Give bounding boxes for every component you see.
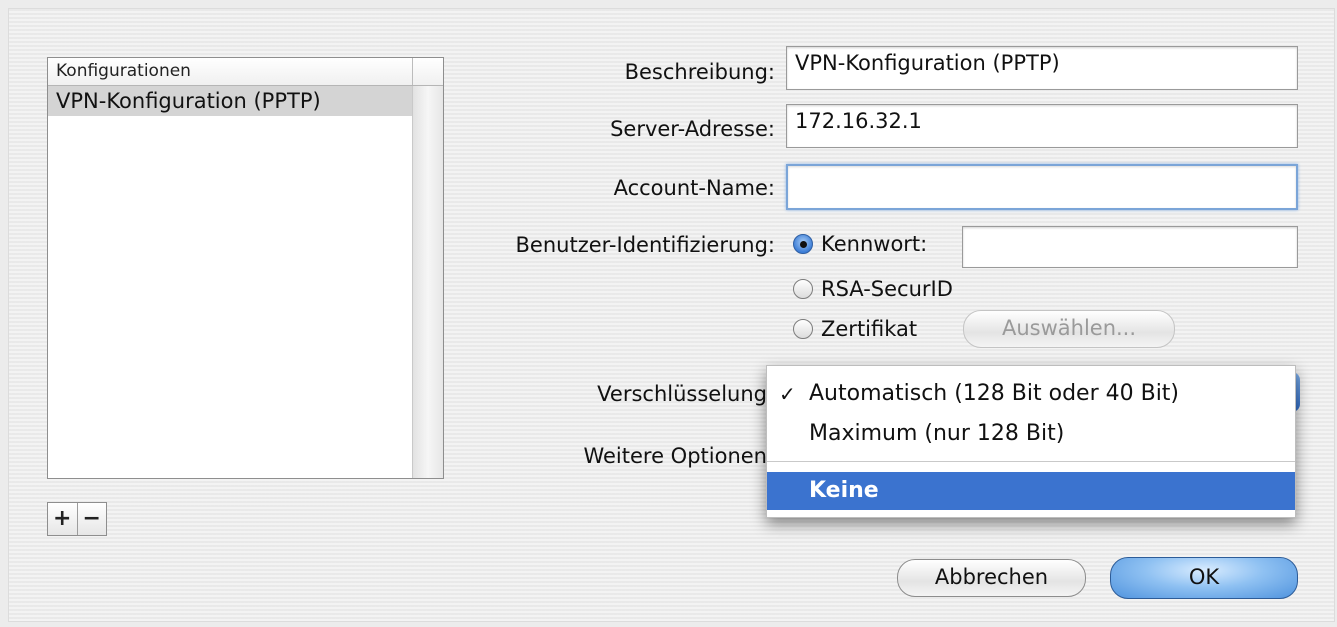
radio-unselected-icon[interactable] [793, 279, 813, 299]
password-field[interactable] [962, 226, 1298, 268]
add-configuration-button[interactable]: + [48, 503, 78, 535]
configurations-list[interactable]: Konfigurationen VPN-Konfiguration (PPTP) [47, 57, 444, 479]
radio-rsa-label: RSA-SecurID [821, 277, 953, 301]
encryption-label: Verschlüsselung [597, 382, 767, 406]
radio-selected-icon[interactable] [793, 234, 813, 254]
radio-kennwort-label: Kennwort: [821, 232, 928, 256]
beschreibung-label: Beschreibung: [624, 60, 775, 84]
choose-certificate-button[interactable]: Auswählen... [963, 310, 1175, 348]
more-options-label: Weitere Optionen [583, 444, 767, 468]
menu-item-maximum[interactable]: Maximum (nur 128 Bit) [767, 415, 1295, 453]
menu-item-automatic-label: Automatisch (128 Bit oder 40 Bit) [809, 381, 1180, 406]
radio-unselected-icon[interactable] [793, 319, 813, 339]
radio-zertifikat[interactable]: Zertifikat [793, 317, 917, 341]
menu-item-none[interactable]: Keine [767, 472, 1295, 510]
configurations-list-header: Konfigurationen [48, 58, 443, 86]
beschreibung-field[interactable]: VPN-Konfiguration (PPTP) [786, 46, 1298, 90]
auth-label: Benutzer-Identifizierung: [515, 233, 775, 257]
configurations-header-label: Konfigurationen [56, 61, 191, 81]
checkmark-icon: ✓ [779, 382, 796, 406]
account-name-label: Account-Name: [613, 176, 775, 200]
menu-item-none-label: Keine [809, 478, 879, 503]
radio-rsa-securid[interactable]: RSA-SecurID [793, 277, 953, 301]
add-remove-control: + − [47, 502, 107, 536]
list-item[interactable]: VPN-Konfiguration (PPTP) [48, 86, 413, 116]
ok-button[interactable]: OK [1110, 557, 1298, 599]
cancel-button[interactable]: Abbrechen [897, 559, 1086, 597]
account-name-field[interactable] [786, 164, 1298, 210]
radio-zertifikat-label: Zertifikat [821, 317, 918, 341]
header-separator [412, 58, 413, 85]
server-address-field[interactable]: 172.16.32.1 [786, 104, 1298, 148]
remove-configuration-button[interactable]: − [78, 503, 107, 535]
encryption-popup-menu[interactable]: ✓ Automatisch (128 Bit oder 40 Bit) Maxi… [766, 365, 1296, 518]
menu-item-maximum-label: Maximum (nur 128 Bit) [809, 421, 1065, 446]
server-address-label: Server-Adresse: [610, 117, 775, 141]
list-scrollbar[interactable] [412, 86, 443, 478]
menu-item-automatic[interactable]: ✓ Automatisch (128 Bit oder 40 Bit) [767, 375, 1295, 413]
radio-kennwort[interactable]: Kennwort: [793, 232, 927, 256]
menu-separator [767, 461, 1295, 462]
